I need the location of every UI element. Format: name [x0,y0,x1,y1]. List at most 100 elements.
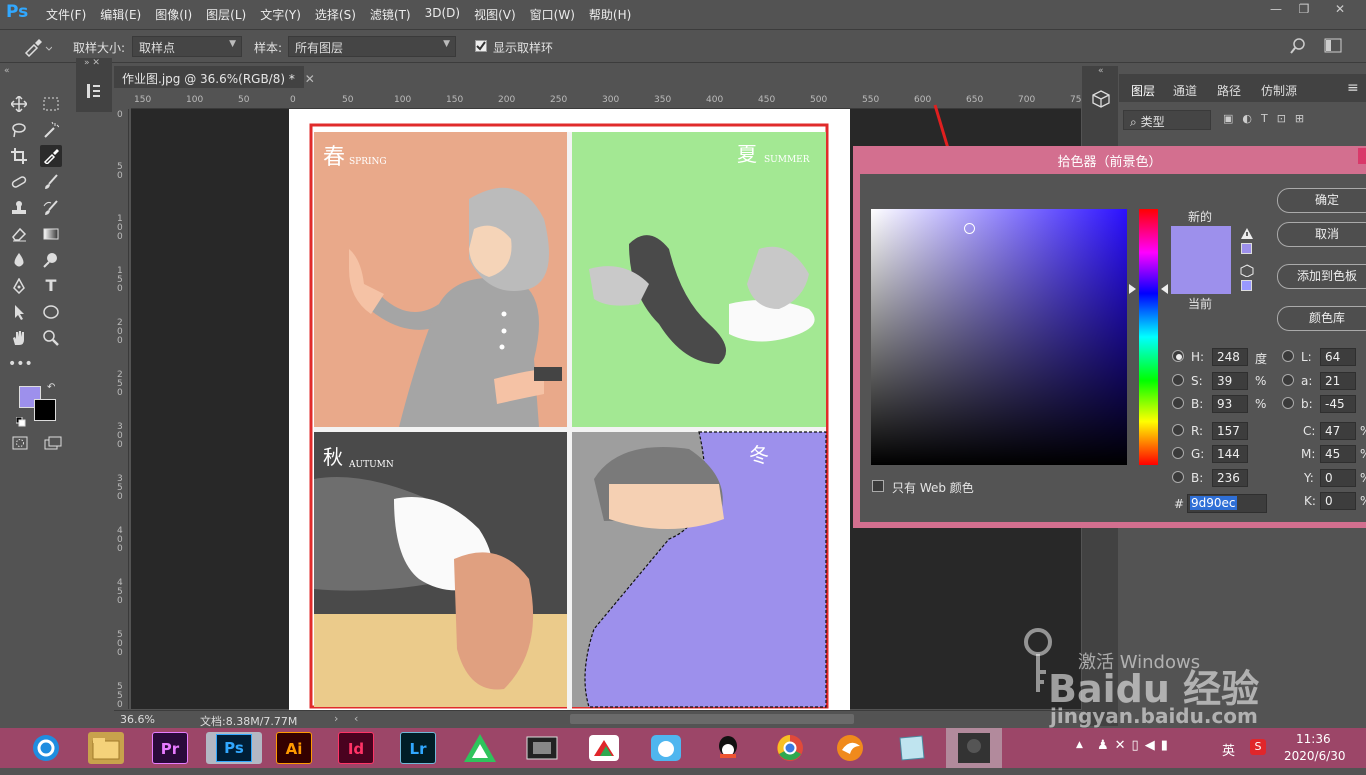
vertical-ruler[interactable]: 0 5 0 1 0 0 1 5 0 2 0 0 2 5 0 3 0 0 3 5 0 4 0 0 4… [113,109,129,709]
indesign-icon[interactable]: Id [338,732,374,764]
scroll-left-icon[interactable]: ‹ [354,712,358,725]
search-icon[interactable] [1290,37,1308,58]
tab-channels[interactable]: 通道 [1173,82,1197,99]
magic-wand-tool-icon[interactable] [40,119,62,141]
g-input[interactable]: 144 [1212,445,1248,463]
h-input[interactable]: 248 [1212,348,1248,366]
web-only-checkbox[interactable] [872,480,884,492]
close-button[interactable]: ✕ [1330,2,1350,18]
stamp-tool-icon[interactable] [8,197,30,219]
video-app-icon[interactable] [524,732,560,764]
menu-select[interactable]: 选择(S) [315,6,356,23]
minimize-button[interactable]: — [1266,2,1286,18]
current-color-swatch[interactable] [1171,260,1231,294]
active-window-thumbnail[interactable] [946,728,1002,768]
close-tab-icon[interactable]: ✕ [305,72,315,86]
tab-layers[interactable]: 图层 [1131,82,1155,99]
red-green-app-icon[interactable] [586,732,622,764]
tray-icons[interactable]: ♟✕▯◀▮ [1097,738,1174,753]
a-input[interactable]: 21 [1320,372,1356,390]
3d-cube-icon[interactable] [1092,90,1110,111]
rgb-b-input[interactable]: 236 [1212,469,1248,487]
clock-time[interactable]: 11:36 [1296,732,1331,746]
notebook-app-icon[interactable] [894,732,930,764]
premiere-icon[interactable]: Pr [152,732,188,764]
pen-tool-icon[interactable] [8,275,30,297]
brush-tool-icon[interactable] [40,171,62,193]
default-colors-icon[interactable] [15,416,26,427]
color-libraries-button[interactable]: 颜色库 [1277,306,1366,331]
horizontal-scrollbar[interactable] [570,714,854,724]
web-safe-swatch[interactable] [1241,280,1252,291]
gamut-swatch[interactable] [1241,243,1252,254]
menu-layer[interactable]: 图层(L) [206,6,246,23]
s-radio[interactable] [1172,374,1184,386]
sogou-icon[interactable]: S [1250,739,1266,755]
menu-window[interactable]: 窗口(W) [530,6,575,23]
tab-paths[interactable]: 路径 [1217,82,1241,99]
type-tool-icon[interactable]: T [40,275,62,297]
tray-expand-icon[interactable]: ▲ [1076,740,1083,750]
chrome-icon[interactable] [772,732,808,764]
status-menu-arrow-icon[interactable]: › [334,712,338,725]
ok-button[interactable]: 确定 [1277,188,1366,213]
history-brush-icon[interactable] [40,197,62,219]
sample-dropdown[interactable]: 所有图层 ▼ [288,36,456,57]
restore-button[interactable]: ❐ [1294,2,1314,18]
picker-close-button[interactable] [1358,148,1366,164]
menu-3d[interactable]: 3D(D) [425,6,460,23]
c-input[interactable]: 47 [1320,422,1356,440]
document-canvas[interactable]: 春 SPRING 夏 SUMMER 秋 AUTUMN 冬 [289,109,850,712]
menu-edit[interactable]: 编辑(E) [100,6,141,23]
zoom-tool-icon[interactable] [40,327,62,349]
y-input[interactable]: 0 [1320,469,1356,487]
lasso-tool-icon[interactable] [8,119,30,141]
background-color-swatch[interactable] [34,399,56,421]
gradient-tool-icon[interactable] [40,223,62,245]
g-radio[interactable] [1172,447,1184,459]
menu-image[interactable]: 图像(I) [155,6,192,23]
web-safe-cube-icon[interactable] [1240,264,1254,280]
ime-indicator[interactable]: 英 [1222,740,1235,759]
menu-view[interactable]: 视图(V) [474,6,516,23]
l-input[interactable]: 64 [1320,348,1356,366]
cat-app-icon[interactable] [648,732,684,764]
layer-filter-icons[interactable]: ▣◐T⊡⊞ [1223,112,1313,125]
b-radio[interactable] [1172,397,1184,409]
eyedropper-tool-icon[interactable] [40,145,62,167]
eyedropper-tool-preset[interactable] [22,37,53,58]
crop-tool-icon[interactable] [8,145,30,167]
k-input[interactable]: 0 [1320,492,1356,510]
r-input[interactable]: 157 [1212,422,1248,440]
screen-mode-icon[interactable] [44,436,62,453]
color-selector-ring[interactable] [964,223,975,234]
sample-size-dropdown[interactable]: 取样点 ▼ [132,36,242,57]
menu-type[interactable]: 文字(Y) [260,6,301,23]
show-ring-checkbox[interactable] [475,40,487,52]
m-input[interactable]: 45 [1320,445,1356,463]
l-radio[interactable] [1282,350,1294,362]
dodge-tool-icon[interactable] [40,249,62,271]
move-tool-icon[interactable] [8,93,30,115]
history-icon[interactable] [86,82,102,103]
zoom-level[interactable]: 36.6% [120,713,155,726]
ellipse-tool-icon[interactable] [40,301,62,323]
lab-b-input[interactable]: -45 [1320,395,1356,413]
document-tab[interactable]: 作业图.jpg @ 36.6%(RGB/8) * ✕ [114,66,315,88]
b-input[interactable]: 93 [1212,395,1248,413]
hand-tool-icon[interactable] [8,327,30,349]
workspace-icon[interactable] [1324,38,1342,57]
cancel-button[interactable]: 取消 [1277,222,1366,247]
swap-colors-icon[interactable]: ↶ [47,382,55,393]
clock-date[interactable]: 2020/6/30 [1284,749,1346,763]
collapse-icon[interactable]: « [4,66,10,76]
qq-icon[interactable] [710,732,746,764]
h-radio[interactable] [1172,350,1184,362]
blur-tool-icon[interactable] [8,249,30,271]
menu-filter[interactable]: 滤镜(T) [370,6,411,23]
tab-clone-source[interactable]: 仿制源 [1261,82,1297,99]
marquee-tool-icon[interactable] [40,93,62,115]
menu-file[interactable]: 文件(F) [46,6,86,23]
add-to-swatches-button[interactable]: 添加到色板 [1277,264,1366,289]
lab-b-radio[interactable] [1282,397,1294,409]
